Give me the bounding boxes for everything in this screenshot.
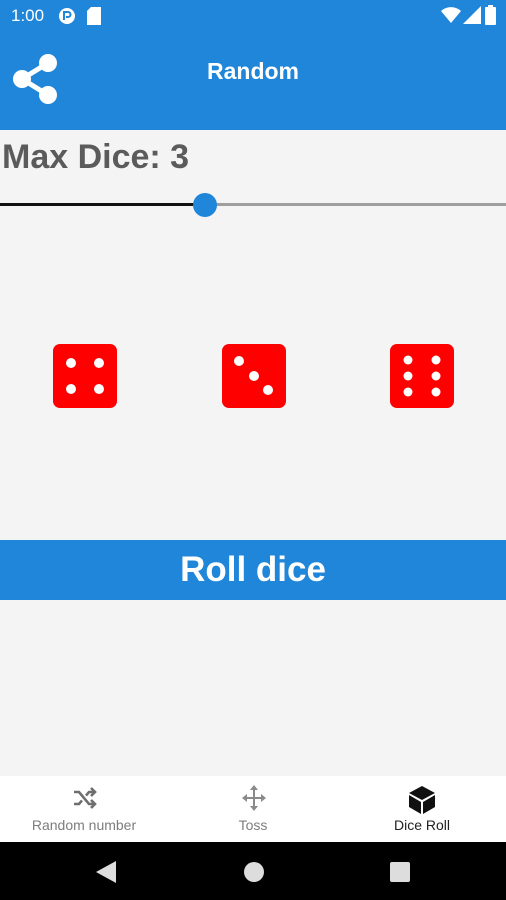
bottom-navigation: Random number Toss Dice Roll: [0, 776, 506, 842]
move-arrows-icon: [242, 785, 266, 816]
shuffle-icon: [72, 785, 98, 816]
battery-icon: [485, 5, 496, 30]
recents-icon[interactable]: [390, 862, 410, 887]
slider-track-active: [0, 203, 205, 206]
share-button[interactable]: [10, 52, 60, 106]
share-icon: [10, 54, 60, 110]
tab-label-dice-roll: Dice Roll: [393, 817, 450, 833]
tab-dice-roll[interactable]: Dice Roll: [338, 776, 506, 842]
tab-label-toss: Toss: [238, 817, 268, 833]
slider-thumb[interactable]: [193, 193, 217, 217]
tab-toss[interactable]: Toss: [169, 776, 337, 842]
die-1: [53, 344, 117, 408]
app-notification-icon: [58, 7, 76, 30]
wifi-icon: [441, 6, 461, 29]
back-icon[interactable]: [96, 861, 116, 888]
sd-card-icon: [87, 7, 101, 30]
home-icon[interactable]: [243, 861, 265, 888]
max-dice-slider[interactable]: [0, 190, 506, 220]
die-3: [390, 344, 454, 408]
status-time: 1:00: [11, 6, 45, 25]
tab-random-number[interactable]: Random number: [0, 776, 168, 842]
die-2: [222, 344, 286, 408]
roll-dice-button[interactable]: Roll dice: [0, 540, 506, 600]
system-navigation-bar: [0, 842, 506, 900]
status-bar: 1:00: [0, 0, 506, 32]
cellular-signal-icon: [463, 6, 481, 29]
app-bar: Random: [0, 32, 506, 130]
tab-label-random-number: Random number: [31, 817, 137, 833]
app-title: Random: [207, 58, 299, 84]
cube-icon: [407, 785, 437, 820]
slider-track-inactive: [205, 203, 506, 206]
max-dice-label: Max Dice: 3: [2, 138, 190, 176]
